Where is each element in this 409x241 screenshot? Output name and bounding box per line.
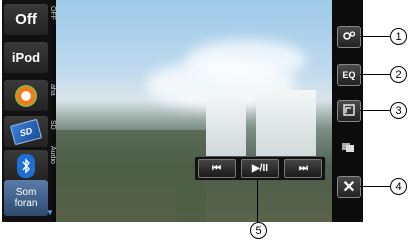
source-aha-button[interactable] xyxy=(4,80,48,111)
callout-line xyxy=(360,36,390,37)
previous-button[interactable]: ⏮ xyxy=(197,159,236,178)
album-art-label-1: Som xyxy=(15,187,37,198)
source-off-label: Off xyxy=(15,11,37,28)
screen-mode-icon xyxy=(343,104,355,118)
video-playback-area[interactable] xyxy=(56,0,332,222)
callout-line xyxy=(257,180,258,222)
waterfall xyxy=(206,95,246,165)
sd-card-icon: SD xyxy=(9,118,43,145)
callout-5: 5 xyxy=(250,222,267,239)
eq-label: EQ xyxy=(342,70,356,80)
cliff xyxy=(176,175,332,222)
callout-line xyxy=(360,110,390,111)
play-pause-icon: ▶/II xyxy=(251,163,268,174)
app-button[interactable] xyxy=(337,138,359,158)
sd-icon-label: SD xyxy=(18,125,34,138)
source-album-art-button[interactable]: Som foran xyxy=(4,180,48,216)
source-bluetooth-button[interactable] xyxy=(4,150,48,181)
source-ipod-label: iPod xyxy=(11,50,41,65)
callout-line xyxy=(360,186,390,187)
side-label-aha: aha xyxy=(49,84,56,96)
side-label-off: OFF xyxy=(49,6,56,20)
callout-4: 4 xyxy=(390,178,407,195)
side-label-audio: Audio xyxy=(49,146,56,164)
next-button[interactable]: ⏭ xyxy=(284,159,323,178)
callout-3: 3 xyxy=(390,102,407,119)
next-icon: ⏭ xyxy=(298,163,308,174)
app-icon xyxy=(341,141,355,155)
close-icon: ✕ xyxy=(342,179,356,196)
eq-button[interactable]: EQ xyxy=(337,64,361,86)
callout-2: 2 xyxy=(390,66,407,83)
source-off-button[interactable]: Off xyxy=(4,4,48,35)
screen-mode-button[interactable] xyxy=(337,100,361,122)
playback-control-bar: ⏮ ▶/II ⏭ xyxy=(194,156,326,181)
close-button[interactable]: ✕ xyxy=(337,176,361,198)
callout-line xyxy=(360,74,390,75)
mist xyxy=(186,40,306,80)
source-ipod-button[interactable]: iPod xyxy=(4,42,48,73)
scroll-down-icon[interactable]: ▼ xyxy=(46,208,54,217)
gear-icon xyxy=(342,30,356,44)
right-control-column: EQ ✕ xyxy=(332,0,363,222)
bluetooth-icon xyxy=(17,153,35,178)
settings-button[interactable] xyxy=(337,26,361,48)
album-art-label-2: foran xyxy=(14,198,38,209)
aha-icon xyxy=(15,84,37,107)
previous-icon: ⏮ xyxy=(212,163,222,174)
callout-1: 1 xyxy=(390,28,407,45)
head-unit-screen: Off iPod SD Som foran OFF aha SD Audio ▼ xyxy=(2,0,363,222)
play-pause-button[interactable]: ▶/II xyxy=(240,159,279,178)
source-sd-button[interactable]: SD xyxy=(4,116,48,147)
side-label-sd: SD xyxy=(49,120,56,130)
source-list: Off iPod SD Som foran OFF aha SD Audio ▼ xyxy=(2,0,56,222)
